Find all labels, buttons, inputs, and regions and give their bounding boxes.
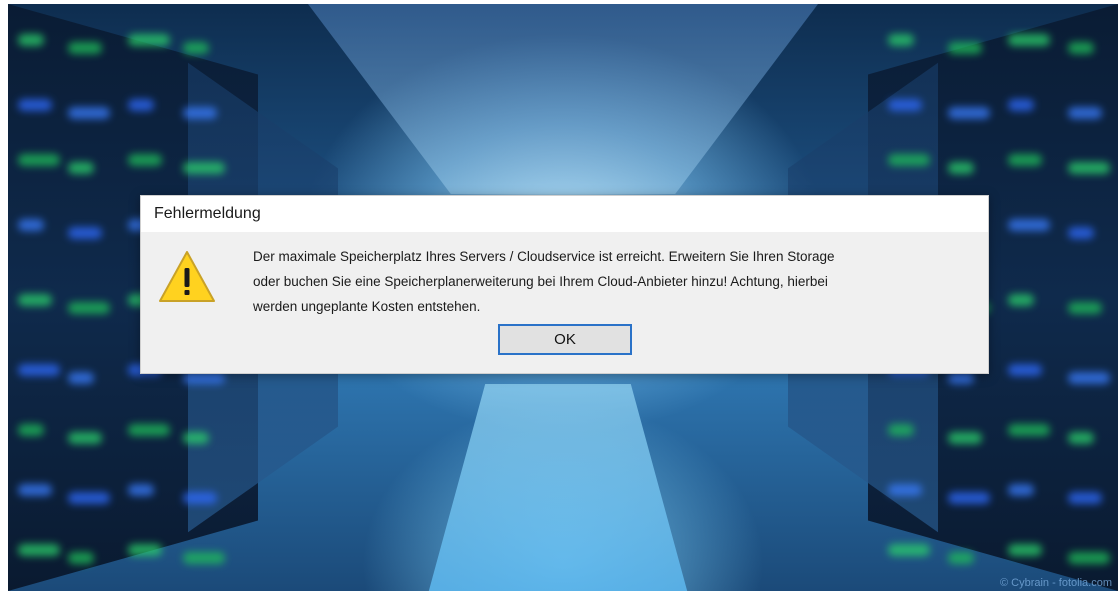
watermark: © Cybrain - fotolia.com: [999, 577, 1112, 589]
ceiling-light: [308, 4, 818, 194]
server-led: [948, 107, 990, 119]
server-led: [1008, 484, 1034, 496]
server-led: [18, 99, 52, 111]
dialog-message: Der maximale Speicherplatz Ihres Servers…: [253, 244, 953, 319]
server-led: [1008, 294, 1034, 306]
server-led: [68, 492, 110, 504]
server-led: [183, 552, 225, 564]
server-led: [68, 432, 102, 444]
error-dialog: Fehlermeldung Der maximale Speicherplatz…: [140, 195, 989, 374]
message-line: werden ungeplante Kosten entstehen.: [253, 299, 481, 314]
server-led: [128, 154, 162, 166]
server-led: [948, 162, 974, 174]
message-line: oder buchen Sie eine Speicherplanerweite…: [253, 274, 828, 289]
server-led: [948, 432, 982, 444]
server-led: [888, 34, 914, 46]
server-led: [1008, 364, 1042, 376]
server-led: [183, 162, 225, 174]
server-led: [888, 154, 930, 166]
server-led: [1068, 227, 1094, 239]
server-led: [888, 544, 930, 556]
warning-icon: [159, 251, 215, 302]
server-led: [1068, 552, 1110, 564]
server-led: [1008, 34, 1050, 46]
server-led: [128, 34, 170, 46]
server-led: [1008, 219, 1050, 231]
server-led: [888, 424, 914, 436]
server-led: [18, 424, 44, 436]
server-led: [183, 42, 209, 54]
server-led: [128, 99, 154, 111]
server-led: [948, 552, 974, 564]
server-led: [183, 107, 217, 119]
server-led: [888, 99, 922, 111]
dialog-title: Fehlermeldung: [154, 205, 261, 222]
server-led: [1008, 99, 1034, 111]
server-led: [1068, 432, 1094, 444]
server-led: [948, 42, 982, 54]
server-led: [1068, 42, 1094, 54]
server-led: [18, 484, 52, 496]
server-led: [183, 432, 209, 444]
server-led: [18, 294, 52, 306]
server-led: [68, 372, 94, 384]
server-led: [128, 424, 170, 436]
server-led: [18, 219, 44, 231]
server-led: [1068, 107, 1102, 119]
server-led: [68, 552, 94, 564]
server-led: [1068, 302, 1102, 314]
dialog-body: Der maximale Speicherplatz Ihres Servers…: [141, 232, 988, 375]
server-led: [128, 484, 154, 496]
server-led: [888, 484, 922, 496]
server-led: [68, 302, 110, 314]
dialog-titlebar: Fehlermeldung: [141, 196, 988, 232]
server-led: [18, 154, 60, 166]
server-led: [948, 492, 990, 504]
server-led: [1068, 372, 1110, 384]
server-led: [68, 42, 102, 54]
message-line: Der maximale Speicherplatz Ihres Servers…: [253, 249, 835, 264]
server-led: [1008, 544, 1042, 556]
server-led: [1068, 162, 1110, 174]
server-led: [1008, 424, 1050, 436]
server-led: [1068, 492, 1102, 504]
ok-button[interactable]: OK: [498, 324, 632, 355]
server-led: [183, 492, 217, 504]
corridor-floor: [428, 384, 688, 591]
server-led: [68, 107, 110, 119]
server-led: [18, 364, 60, 376]
server-led: [68, 227, 102, 239]
server-led: [68, 162, 94, 174]
server-led: [128, 544, 162, 556]
server-led: [18, 34, 44, 46]
server-led: [1008, 154, 1042, 166]
server-led: [18, 544, 60, 556]
